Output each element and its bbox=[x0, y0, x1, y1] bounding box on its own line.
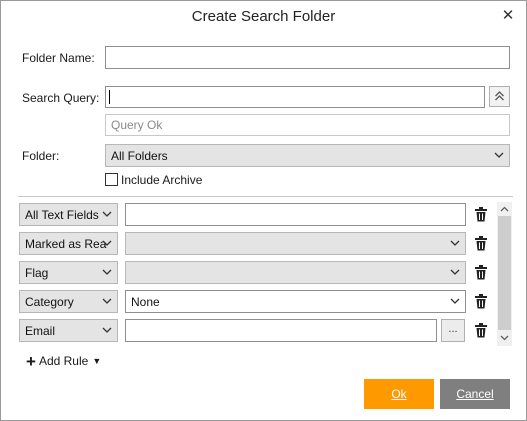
scrollbar-thumb[interactable] bbox=[498, 216, 511, 330]
chevron-down-icon bbox=[102, 209, 112, 219]
query-status-field: Query Ok bbox=[105, 114, 510, 136]
double-chevron-up-icon bbox=[495, 91, 504, 101]
chevron-down-icon bbox=[102, 296, 112, 306]
browse-button[interactable]: ... bbox=[441, 319, 465, 342]
chevron-down-icon bbox=[494, 150, 504, 160]
rule-value-select[interactable] bbox=[125, 261, 466, 284]
include-archive-checkbox[interactable] bbox=[105, 173, 118, 186]
add-rule-button[interactable]: + Add Rule ▼ bbox=[26, 352, 101, 370]
rule-field-value: Marked as Rea bbox=[25, 237, 107, 251]
rule-field-select[interactable]: Marked as Rea bbox=[19, 232, 118, 255]
trash-icon[interactable] bbox=[474, 323, 488, 338]
rule-field-value: Category bbox=[25, 295, 74, 309]
rule-value: None bbox=[131, 295, 160, 309]
rule-field-select[interactable]: Category bbox=[19, 290, 118, 313]
rule-field-value: All Text Fields bbox=[25, 208, 99, 222]
create-search-folder-dialog: Create Search Folder ✕ Folder Name: Sear… bbox=[0, 0, 527, 421]
rule-field-value: Email bbox=[25, 324, 56, 338]
caret-down-icon: ▼ bbox=[92, 356, 102, 366]
text-cursor bbox=[109, 90, 110, 104]
search-query-input[interactable] bbox=[105, 86, 485, 108]
chevron-down-icon bbox=[102, 267, 112, 277]
rule-value-input[interactable] bbox=[125, 203, 466, 226]
divider bbox=[18, 196, 513, 197]
rule-value-input[interactable] bbox=[125, 319, 437, 342]
folder-name-label: Folder Name: bbox=[22, 51, 95, 65]
dialog-title: Create Search Folder bbox=[191, 8, 336, 25]
include-archive-label: Include Archive bbox=[121, 173, 203, 187]
plus-icon: + bbox=[26, 351, 36, 371]
add-rule-label: Add Rule bbox=[38, 354, 89, 368]
chevron-down-icon bbox=[102, 325, 112, 335]
chevron-down-icon bbox=[450, 238, 460, 248]
folder-label: Folder: bbox=[22, 149, 60, 163]
rule-value-select[interactable]: None bbox=[125, 290, 466, 313]
trash-icon[interactable] bbox=[474, 236, 488, 251]
rule-field-select[interactable]: All Text Fields bbox=[19, 203, 118, 226]
rule-field-select[interactable]: Email bbox=[19, 319, 118, 342]
rule-field-value: Flag bbox=[25, 266, 49, 280]
trash-icon[interactable] bbox=[474, 265, 488, 280]
trash-icon[interactable] bbox=[474, 294, 488, 309]
rule-value-select[interactable] bbox=[125, 232, 466, 255]
chevron-down-icon bbox=[450, 267, 460, 277]
scroll-up-icon[interactable] bbox=[500, 205, 509, 214]
chevron-down-icon bbox=[102, 238, 112, 248]
folder-select[interactable]: All Folders bbox=[105, 144, 510, 167]
folder-name-input[interactable] bbox=[105, 46, 510, 69]
rule-field-select[interactable]: Flag bbox=[19, 261, 118, 284]
close-icon[interactable]: ✕ bbox=[499, 7, 517, 25]
search-query-label: Search Query: bbox=[22, 91, 100, 105]
cancel-button[interactable]: Cancel bbox=[440, 379, 510, 409]
expand-query-button[interactable] bbox=[489, 86, 510, 107]
ok-button[interactable]: Ok bbox=[364, 379, 434, 409]
folder-select-value: All Folders bbox=[111, 149, 168, 163]
trash-icon[interactable] bbox=[474, 207, 488, 222]
scroll-down-icon[interactable] bbox=[500, 333, 509, 342]
chevron-down-icon bbox=[450, 296, 460, 306]
rules-scrollbar[interactable] bbox=[497, 202, 512, 346]
